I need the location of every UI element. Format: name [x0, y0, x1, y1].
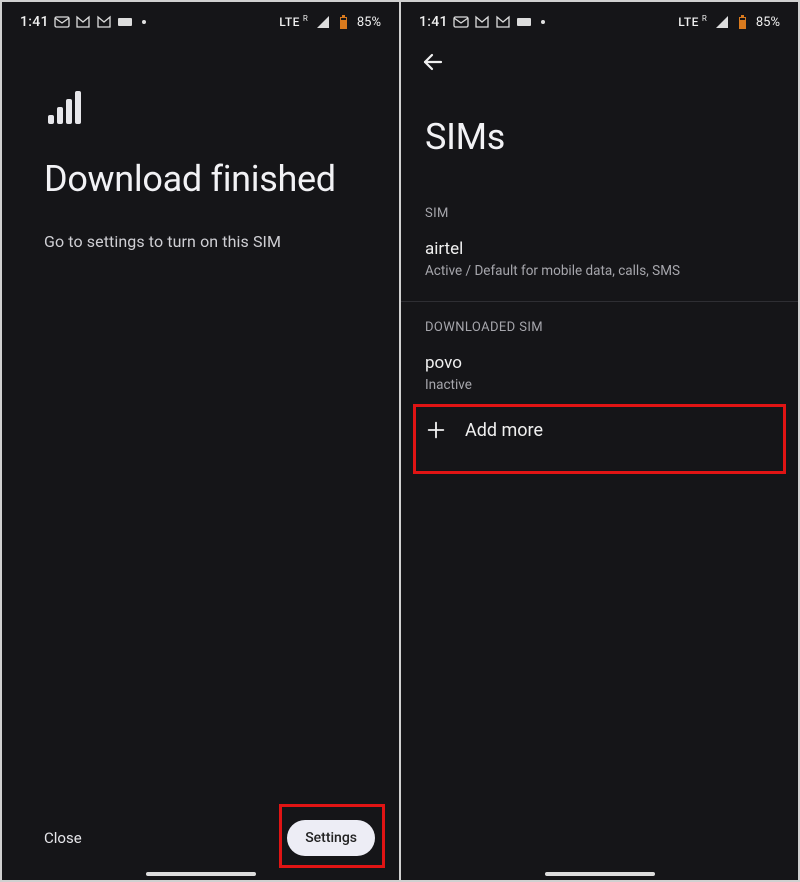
sim-item-airtel[interactable]: airtel Active / Default for mobile data,…	[425, 239, 798, 295]
gesture-nav-pill[interactable]	[146, 872, 256, 876]
plus-icon	[425, 419, 447, 441]
gmail-icon-2	[96, 15, 112, 29]
signal-icon	[315, 15, 331, 29]
screen-download-finished: 1:41 LTE R 85%	[2, 2, 399, 880]
roaming-indicator: R	[702, 14, 707, 23]
sim-name: airtel	[425, 239, 798, 259]
network-type-label: LTE	[678, 15, 699, 29]
back-button[interactable]	[421, 50, 445, 74]
battery-icon	[735, 15, 751, 29]
gmail-icon	[474, 15, 490, 29]
close-button[interactable]: Close	[44, 829, 82, 847]
status-bar: 1:41 LTE R 85%	[401, 8, 798, 36]
gmail-icon	[75, 15, 91, 29]
sim-status: Active / Default for mobile data, calls,…	[425, 263, 798, 279]
app-bar	[401, 36, 798, 88]
status-time: 1:41	[20, 14, 49, 30]
battery-percent: 85%	[756, 15, 780, 30]
battery-icon	[336, 15, 352, 29]
signal-bars-icon	[48, 84, 88, 124]
more-notifications-dot	[541, 20, 545, 24]
roaming-indicator: R	[303, 14, 308, 23]
settings-button[interactable]: Settings	[287, 820, 375, 856]
sim-item-povo[interactable]: povo Inactive	[425, 353, 798, 405]
battery-percent: 85%	[357, 15, 381, 30]
divider	[401, 301, 798, 302]
notification-icon	[54, 15, 70, 29]
status-bar: 1:41 LTE R 85%	[2, 8, 399, 36]
screen-sims-list: 1:41 LTE R 85%	[401, 2, 798, 880]
add-more-label: Add more	[465, 420, 543, 441]
footer-actions: Close Settings	[2, 820, 399, 856]
gmail-icon-2	[495, 15, 511, 29]
app-notification-icon	[117, 15, 133, 29]
more-notifications-dot	[142, 20, 146, 24]
sim-name: povo	[425, 353, 798, 373]
app-notification-icon	[516, 15, 532, 29]
page-title: Download finished	[44, 158, 399, 200]
add-more-button[interactable]: Add more	[425, 419, 798, 441]
page-subtitle: Go to settings to turn on this SIM	[44, 232, 399, 251]
signal-icon	[714, 15, 730, 29]
section-header-sim: SIM	[425, 206, 798, 221]
section-header-downloaded: DOWNLOADED SIM	[425, 320, 798, 335]
page-title: SIMs	[425, 116, 798, 158]
sim-status: Inactive	[425, 377, 798, 393]
notification-icon	[453, 15, 469, 29]
gesture-nav-pill[interactable]	[545, 872, 655, 876]
network-type-label: LTE	[279, 15, 300, 29]
status-time: 1:41	[419, 14, 448, 30]
